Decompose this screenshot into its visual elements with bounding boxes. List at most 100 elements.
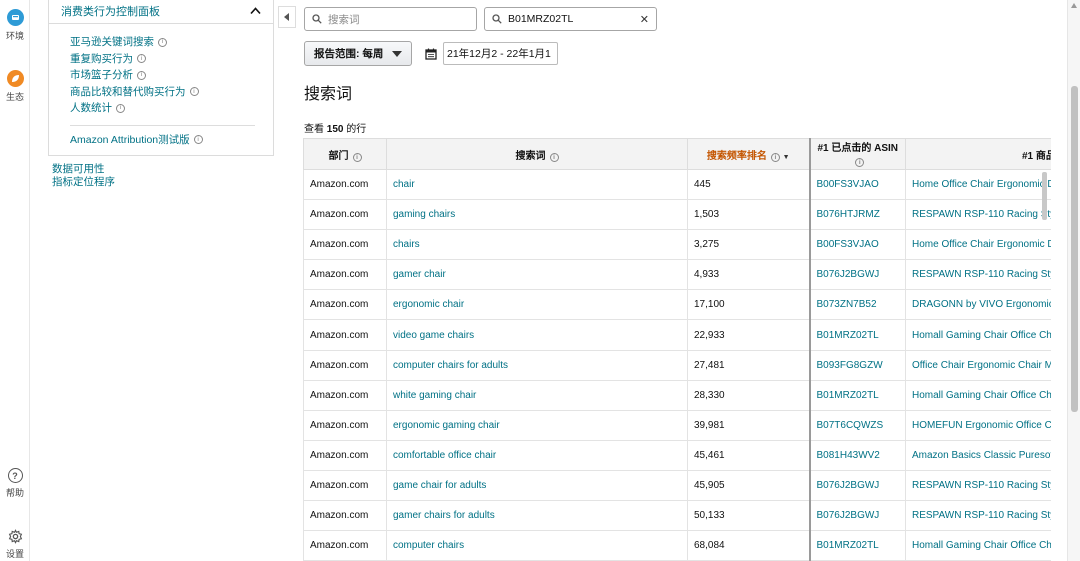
report-range-dropdown[interactable]: 报告范围: 每周 [304,41,412,66]
asin-link[interactable]: B073ZN7B52 [808,289,906,321]
search-term-link[interactable]: computer chairs for adults [386,349,688,381]
search-term-link[interactable]: chairs [386,229,688,261]
asin-link[interactable]: B076HTJRMZ [808,199,906,231]
product-title-link[interactable]: RESPAWN RSP-110 Racing Style [905,199,1051,231]
nav-link-metric-locator[interactable]: 指标定位程序 [52,176,115,189]
product-title-link[interactable]: RESPAWN RSP-110 Racing Style [905,469,1051,502]
search-term-input[interactable]: 搜索词 [304,7,477,31]
product-title-link[interactable]: HOMEFUN Ergonomic Office Ch [905,409,1051,441]
search-term-link[interactable]: ergonomic gaming chair [386,409,688,441]
rank-cell: 27,481 [687,349,810,381]
calendar-button[interactable] [421,41,441,66]
search-term-link[interactable]: chair [386,168,688,201]
table-row: Amazon.com chairs 3,275 B00FS3VJAO Home Offi… [303,229,1051,261]
rail-label: 生态 [5,92,24,102]
search-term-link[interactable]: gamer chair [386,259,688,291]
column-header-department[interactable]: 部门 i [303,138,387,170]
clear-icon[interactable]: ✕ [640,13,649,26]
asin-link[interactable]: B093FG8GZW [808,349,906,381]
info-icon: i [137,70,146,80]
product-title-link[interactable]: DRAGONN by VIVO Ergonomic [905,289,1051,321]
search-term-placeholder: 搜索词 [328,13,360,26]
rail-settings[interactable]: 设置 [0,529,30,560]
date-range-value: 21年12月2 - 22年1月1 [447,48,551,60]
asin-link[interactable]: B07T6CQWZS [808,409,906,441]
asin-link[interactable]: B081H43WV2 [808,439,906,471]
row-count-suffix: 的行 [343,124,367,135]
column-header-search-term[interactable]: 搜索词 i [386,138,688,170]
info-icon: i [770,152,780,162]
product-title-link[interactable]: Homall Gaming Chair Office Ch [905,530,1051,561]
rail-help[interactable]: ? 帮助 [0,468,30,499]
search-term-link[interactable]: game chair for adults [386,469,688,502]
row-count: 查看 150 的行 [304,120,366,135]
asin-link[interactable]: B01MRZ02TL [808,379,906,411]
search-term-link[interactable]: video game chairs [386,319,688,351]
rank-cell: 4,933 [687,259,810,291]
product-title-link[interactable]: Office Chair Ergonomic Chair M [905,349,1051,381]
column-header-top-asin[interactable]: #1 已点击的 ASIN i [808,138,906,170]
nav-header-label: 消费类行为控制面板 [61,5,160,18]
date-range-field[interactable]: 21年12月2 - 22年1月1 [443,42,558,65]
table-scrollbar[interactable] [1042,172,1047,220]
product-title-link[interactable]: Home Office Chair Ergonomic D [905,229,1051,261]
asin-link[interactable]: B00FS3VJAO [808,168,906,201]
product-title-link[interactable]: RESPAWN RSP-110 Racing Style [905,500,1051,532]
rail-environment[interactable]: 环境 [0,9,30,42]
scroll-thumb[interactable] [1071,86,1078,412]
table-row: Amazon.com gamer chairs for adults 50,133 B… [303,500,1051,532]
nav-link-item-comparison[interactable]: 商品比较和替代购买行为 i [70,84,273,101]
asin-link[interactable]: B076J2BGWJ [808,469,906,502]
scroll-up-icon[interactable] [1071,3,1077,8]
department-cell: Amazon.com [303,319,387,351]
leaf-icon [6,70,24,87]
nav-link-repeat-purchase[interactable]: 重复购买行为 i [70,51,273,68]
asin-link[interactable]: B01MRZ02TL [808,319,906,351]
rank-cell: 39,981 [687,409,810,441]
product-title-link[interactable]: Amazon Basics Classic Puresoft [905,439,1051,471]
chevron-up-icon[interactable] [250,6,261,15]
search-term-link[interactable]: gamer chairs for adults [386,500,688,532]
column-header-top-product[interactable]: #1 商品 [905,138,1051,170]
product-title-link[interactable]: RESPAWN RSP-110 Racing Style [905,259,1051,291]
info-icon: i [137,54,146,64]
asin-link[interactable]: B076J2BGWJ [808,500,906,532]
collapse-panel-button[interactable] [278,6,296,28]
nav-link-data-availability[interactable]: 数据可用性 [52,163,115,176]
table-row: Amazon.com game chair for adults 45,905 B07… [303,469,1051,502]
asin-link[interactable]: B01MRZ02TL [808,530,906,561]
nav-link-demographics[interactable]: 人数统计 i [70,100,273,117]
search-term-link[interactable]: white gaming chair [386,379,688,411]
nav-link-basket-analysis[interactable]: 市场篮子分析 i [70,67,273,84]
nav-link-attribution[interactable]: Amazon Attribution测试版 i [70,132,273,149]
info-icon: i [193,135,203,145]
rail-eco[interactable]: 生态 [0,70,30,103]
asin-link[interactable]: B00FS3VJAO [808,229,906,261]
help-icon: ? [7,468,23,483]
search-icon [492,14,502,24]
rank-cell: 445 [687,168,810,201]
column-header-search-frequency-rank[interactable]: 搜索频率排名 i ▼ [687,138,810,170]
product-title-link[interactable]: Homall Gaming Chair Office Ch [905,319,1051,351]
nav-header[interactable]: 消费类行为控制面板 [49,0,273,24]
search-term-link[interactable]: ergonomic chair [386,289,688,321]
table-row: Amazon.com gaming chairs 1,503 B076HTJRMZ RE… [303,199,1051,231]
asin-link[interactable]: B076J2BGWJ [808,259,906,291]
header-label: 搜索词 [515,150,546,162]
chevron-down-icon [392,50,403,57]
search-term-link[interactable]: comfortable office chair [386,439,688,471]
left-rail: 环境 生态 ? 帮助 设置 [0,0,30,561]
table-row: Amazon.com comfortable office chair 45,461… [303,439,1051,471]
page-scrollbar[interactable] [1067,0,1080,561]
globe-icon [6,9,24,26]
search-term-link[interactable]: computer chairs [386,530,688,561]
search-terms-table: 部门 i 搜索词 i 搜索频率排名 i ▼ #1 已点击的 ASIN i #1 商品 A… [303,138,1051,561]
nav-link-keyword-search[interactable]: 亚马逊关键词搜索 i [70,34,273,51]
row-count-number: 150 [326,124,344,135]
search-term-link[interactable]: gaming chairs [386,199,688,231]
table-row: Amazon.com ergonomic chair 17,100 B073ZN7B5… [303,289,1051,321]
nav-extra-links: 数据可用性 指标定位程序 [52,163,115,189]
product-title-link[interactable]: Homall Gaming Chair Office Ch [905,379,1051,411]
product-title-link[interactable]: Home Office Chair Ergonomic D [905,168,1051,201]
asin-search-input[interactable]: B01MRZ02TL ✕ [484,7,657,31]
